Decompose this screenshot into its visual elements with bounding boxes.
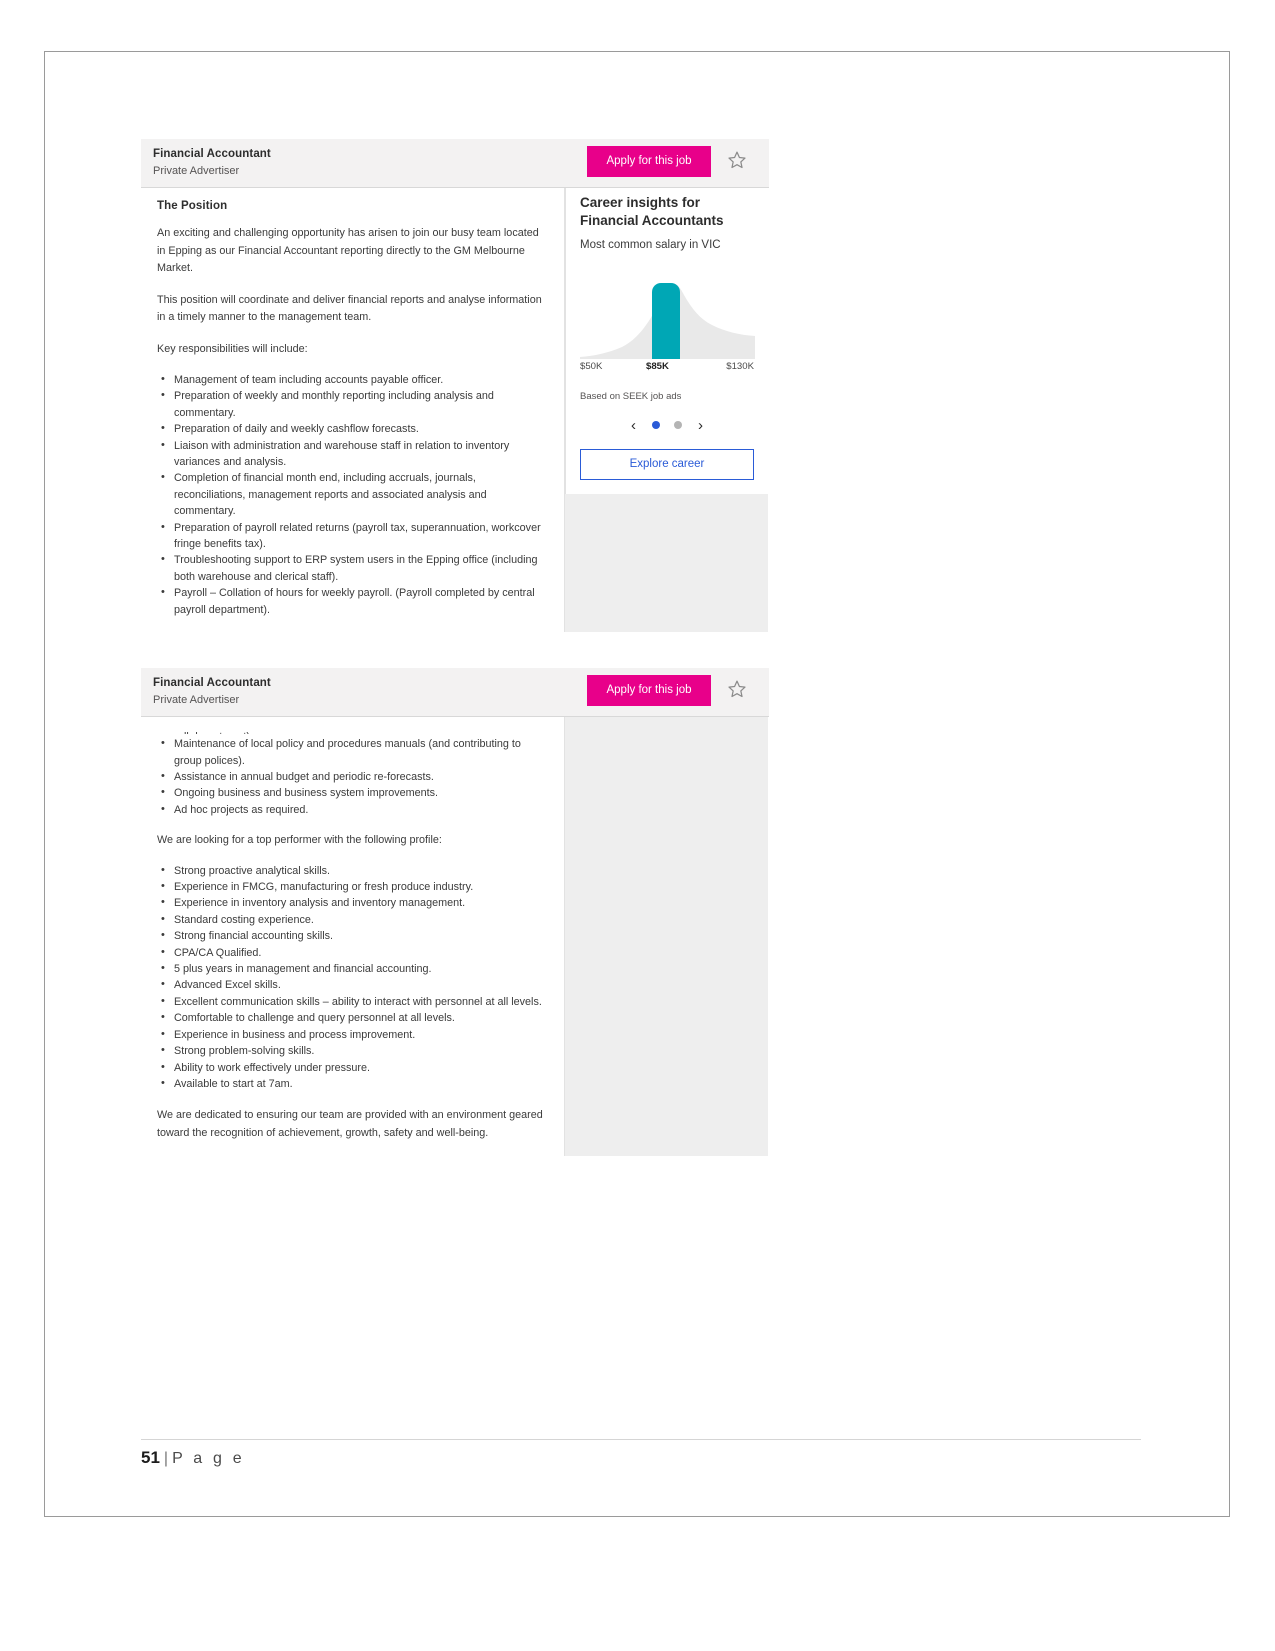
list-item: Ability to work effectively under pressu… bbox=[161, 1058, 550, 1076]
job-header: Financial Accountant Private Advertiser … bbox=[141, 139, 769, 188]
job-header: Financial Accountant Private Advertiser … bbox=[141, 668, 769, 718]
list-item: Preparation of payroll related returns (… bbox=[161, 519, 550, 553]
truncated-text: payroll department). bbox=[157, 729, 550, 734]
axis-tick-low: $50K bbox=[580, 361, 603, 372]
footer-divider bbox=[141, 1439, 1141, 1440]
card-separator bbox=[141, 632, 1141, 668]
list-item: Preparation of weekly and monthly report… bbox=[161, 387, 550, 421]
job-description-column: The Position An exciting and challenging… bbox=[141, 188, 565, 633]
career-insights-title-line2: Financial Accountants bbox=[580, 213, 724, 228]
job-description-column: payroll department). Maintenance of loca… bbox=[141, 717, 565, 1157]
salary-distribution-chart bbox=[580, 275, 755, 359]
footer-page-label: 51 | P a g e bbox=[141, 1448, 1141, 1468]
list-item: Experience in inventory analysis and inv… bbox=[161, 894, 550, 911]
chart-source-note: Based on SEEK job ads bbox=[580, 391, 682, 402]
chevron-left-icon[interactable]: ‹ bbox=[629, 418, 638, 433]
apply-for-this-job-button[interactable]: Apply for this job bbox=[587, 675, 711, 707]
apply-for-this-job-button[interactable]: Apply for this job bbox=[587, 146, 711, 177]
footer-page-word: P a g e bbox=[172, 1450, 245, 1467]
list-item: Liaison with administration and warehous… bbox=[161, 437, 550, 471]
content-area: Financial Accountant Private Advertiser … bbox=[141, 139, 1141, 1157]
list-item: Ongoing business and business system imp… bbox=[161, 784, 550, 801]
job-card-top: Financial Accountant Private Advertiser … bbox=[141, 139, 769, 633]
description-paragraph: An exciting and challenging opportunity … bbox=[157, 227, 539, 274]
axis-tick-high: $130K bbox=[726, 361, 754, 372]
list-item: Strong problem-solving skills. bbox=[161, 1042, 550, 1059]
list-item: Strong proactive analytical skills. bbox=[161, 862, 550, 879]
profile-requirements-list: Strong proactive analytical skills. Expe… bbox=[157, 862, 550, 1093]
list-item: Excellent communication skills – ability… bbox=[161, 993, 550, 1010]
description-paragraph: Key responsibilities will include: bbox=[157, 342, 308, 355]
salary-curve-svg bbox=[580, 283, 755, 359]
list-item: Completion of financial month end, inclu… bbox=[161, 469, 550, 519]
list-item: Advanced Excel skills. bbox=[161, 976, 550, 993]
list-item: 5 plus years in management and financial… bbox=[161, 960, 550, 977]
career-insights-title-line1: Career insights for bbox=[580, 195, 701, 210]
list-item: Maintenance of local policy and procedur… bbox=[161, 735, 550, 769]
chevron-right-icon[interactable]: › bbox=[696, 418, 705, 433]
carousel-dot-2[interactable] bbox=[674, 421, 682, 429]
list-item: CPA/CA Qualified. bbox=[161, 944, 550, 961]
closing-paragraph: We are dedicated to ensuring our team ar… bbox=[157, 1109, 543, 1139]
page-footer: 51 | P a g e bbox=[141, 1439, 1141, 1468]
star-outline-icon[interactable] bbox=[727, 679, 747, 699]
list-item: Comfortable to challenge and query perso… bbox=[161, 1009, 550, 1026]
profile-intro: We are looking for a top performer with … bbox=[157, 834, 442, 847]
page-number: 51 bbox=[141, 1448, 160, 1467]
job-body: The Position An exciting and challenging… bbox=[141, 188, 769, 633]
highlight-bar-base bbox=[652, 315, 680, 359]
list-item: Experience in FMCG, manufacturing or fre… bbox=[161, 878, 550, 895]
list-item: Available to start at 7am. bbox=[161, 1075, 550, 1092]
section-heading: The Position bbox=[157, 200, 228, 212]
list-item: Strong financial accounting skills. bbox=[161, 927, 550, 944]
description-paragraph: This position will coordinate and delive… bbox=[157, 293, 542, 324]
job-card-bottom: Financial Accountant Private Advertiser … bbox=[141, 668, 769, 1157]
career-insights-subtitle: Most common salary in VIC bbox=[580, 239, 721, 251]
list-item: Preparation of daily and weekly cashflow… bbox=[161, 420, 550, 437]
list-item: Assistance in annual budget and periodic… bbox=[161, 768, 550, 785]
explore-career-button[interactable]: Explore career bbox=[580, 449, 754, 480]
career-insights-panel: Career insights for Financial Accountant… bbox=[565, 188, 768, 494]
list-item: Payroll – Collation of hours for weekly … bbox=[161, 584, 550, 618]
page-sheet: Financial Accountant Private Advertiser … bbox=[44, 51, 1230, 1517]
footer-separator: | bbox=[163, 1450, 169, 1467]
list-item: Management of team including accounts pa… bbox=[161, 371, 550, 388]
job-body: payroll department). Maintenance of loca… bbox=[141, 717, 769, 1157]
carousel-dot-1[interactable] bbox=[652, 421, 660, 429]
axis-tick-mid: $85K bbox=[646, 361, 669, 372]
responsibilities-list: Management of team including accounts pa… bbox=[157, 371, 550, 618]
salary-axis-ticks: $50K $85K $130K bbox=[580, 361, 754, 375]
list-item: Troubleshooting support to ERP system us… bbox=[161, 551, 550, 585]
list-item: Experience in business and process impro… bbox=[161, 1026, 550, 1043]
career-insights-column: Career insights for Financial Accountant… bbox=[565, 188, 768, 633]
responsibilities-continued-list: Maintenance of local policy and procedur… bbox=[157, 735, 550, 818]
list-item: Standard costing experience. bbox=[161, 911, 550, 928]
insights-carousel: ‹ › bbox=[580, 416, 754, 434]
star-outline-icon[interactable] bbox=[727, 150, 747, 170]
empty-aside-column bbox=[565, 717, 768, 1157]
list-item: Ad hoc projects as required. bbox=[161, 801, 550, 818]
